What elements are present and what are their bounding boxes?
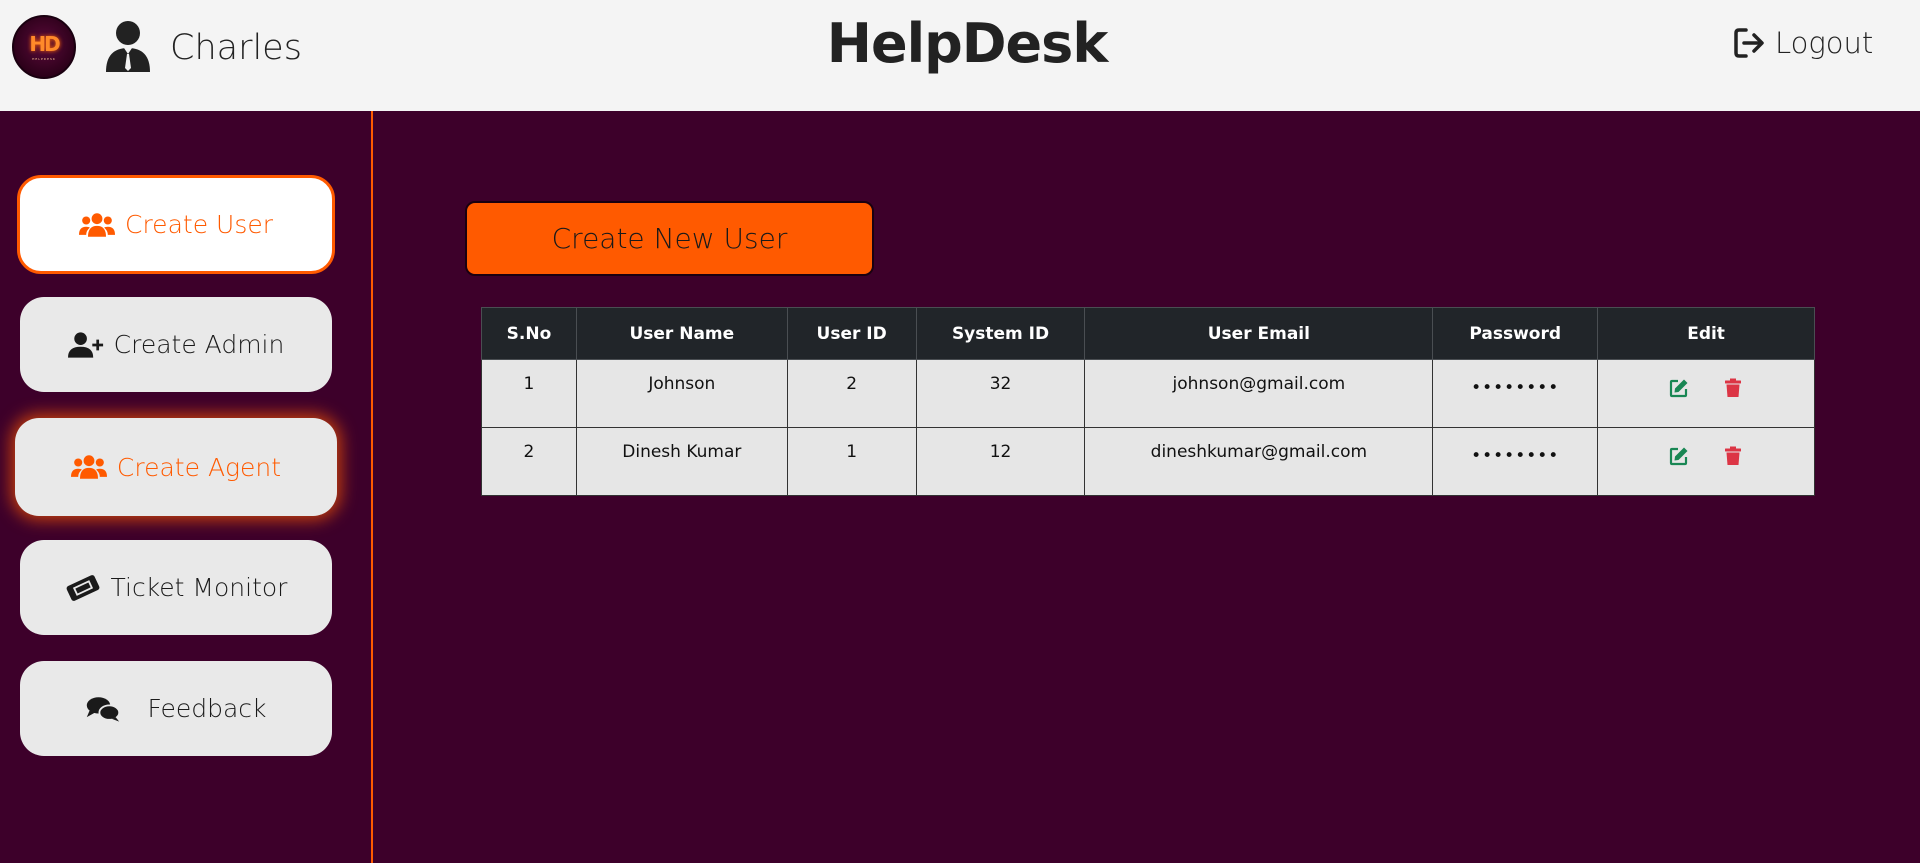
column-header: Password <box>1432 307 1599 360</box>
column-header: User Name <box>575 307 788 360</box>
cell-user-email: dineshkumar@gmail.com <box>1084 427 1434 496</box>
cell-edit <box>1597 359 1815 428</box>
sidebar-item-label: Create Admin <box>113 330 285 359</box>
cell-system-id: 12 <box>915 427 1086 496</box>
column-header: User Email <box>1084 307 1434 360</box>
cell-user-name: Johnson <box>575 359 788 428</box>
delete-icon[interactable] <box>1723 446 1743 466</box>
logout-label: Logout <box>1775 26 1874 60</box>
cell-user-id: 2 <box>786 359 917 428</box>
cell-user-id: 1 <box>786 427 917 496</box>
sidebar: Create User Create Admin Create Agent Ti… <box>0 111 373 863</box>
cell-password: •••••••• <box>1432 427 1599 496</box>
logout-icon <box>1734 28 1764 58</box>
cell-user-name: Dinesh Kumar <box>575 427 788 496</box>
user-plus-icon <box>67 331 103 358</box>
column-header: System ID <box>915 307 1086 360</box>
sidebar-item-ticket-monitor[interactable]: Ticket Monitor <box>20 540 332 635</box>
comments-icon <box>87 696 121 722</box>
sidebar-item-label: Feedback <box>147 694 267 723</box>
cell-sno: 1 <box>481 359 577 428</box>
create-new-user-button[interactable]: Create New User <box>465 201 874 276</box>
app-title: HelpDesk <box>826 12 1108 75</box>
column-header: User ID <box>786 307 917 360</box>
column-header: S.No <box>481 307 577 360</box>
sidebar-item-create-user[interactable]: Create User <box>17 175 335 274</box>
cell-sno: 2 <box>481 427 577 496</box>
users-icon <box>70 455 107 479</box>
users-table: S.No User Name User ID System ID User Em… <box>481 307 1815 496</box>
edit-icon[interactable] <box>1669 446 1689 466</box>
cell-system-id: 32 <box>915 359 1086 428</box>
table-row: 2 Dinesh Kumar 1 12 dineshkumar@gmail.co… <box>481 427 1815 496</box>
delete-icon[interactable] <box>1723 378 1743 398</box>
sidebar-item-label: Ticket Monitor <box>110 573 288 602</box>
cell-user-email: johnson@gmail.com <box>1084 359 1434 428</box>
sidebar-item-create-agent[interactable]: Create Agent <box>15 418 337 516</box>
column-header: Edit <box>1597 307 1815 360</box>
sidebar-item-label: Create Agent <box>116 452 282 482</box>
table-header-row: S.No User Name User ID System ID User Em… <box>481 307 1815 360</box>
edit-icon[interactable] <box>1669 378 1689 398</box>
cell-password: •••••••• <box>1432 359 1599 428</box>
logout-button[interactable]: Logout <box>1733 26 1873 60</box>
table-row: 1 Johnson 2 32 johnson@gmail.com •••••••… <box>481 359 1815 428</box>
sidebar-item-create-admin[interactable]: Create Admin <box>20 297 332 392</box>
cell-edit <box>1597 427 1815 496</box>
top-header: HD HELPDESK Charles HelpDesk Logout <box>0 0 1920 111</box>
ticket-icon <box>66 574 99 601</box>
users-icon <box>79 212 115 237</box>
sidebar-item-feedback[interactable]: Feedback <box>20 661 332 756</box>
sidebar-item-label: Create User <box>125 210 273 239</box>
